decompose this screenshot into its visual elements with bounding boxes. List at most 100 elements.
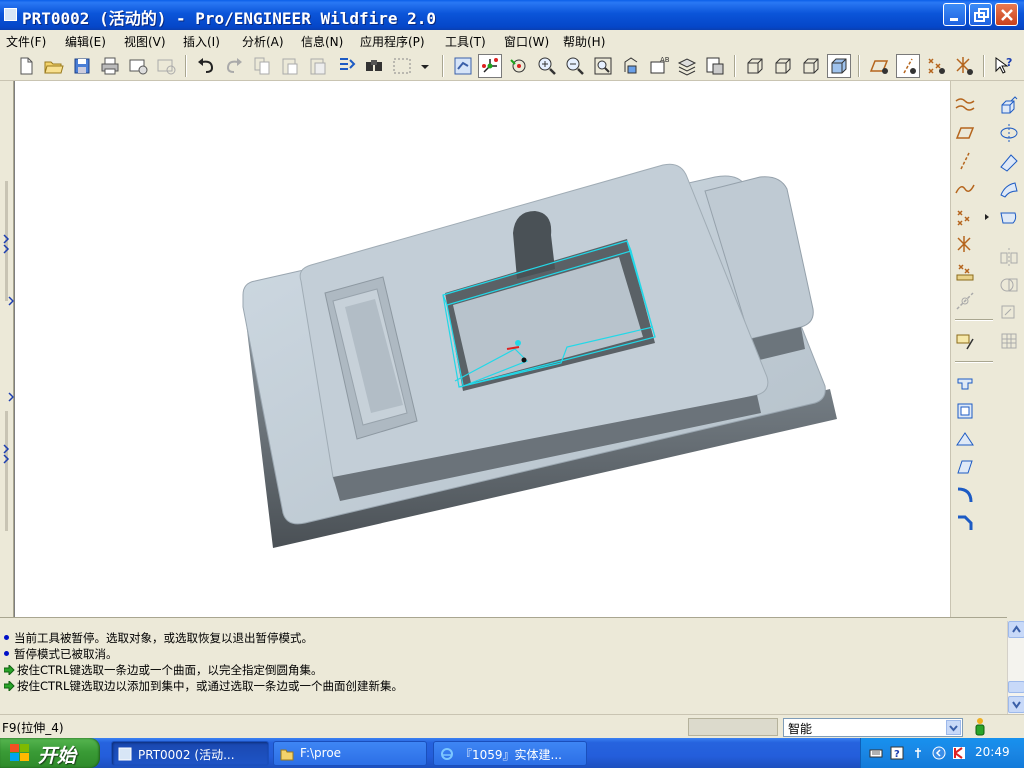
menu-insert[interactable]: 插入(I) [183, 33, 220, 50]
mirror-button[interactable] [997, 245, 1021, 269]
filter-dropdown-button[interactable] [946, 720, 961, 735]
menu-view[interactable]: 视图(V) [124, 33, 166, 50]
rib-button[interactable] [953, 427, 977, 451]
graphics-window[interactable] [14, 81, 950, 617]
orient-mode-button[interactable] [507, 54, 531, 78]
menu-file[interactable]: 文件(F) [6, 33, 46, 50]
message-area: 当前工具被暂停。选取对象，或选取恢复以退出暂停模式。 暂停模式已被取消。 按住C… [0, 617, 1007, 714]
redo-button[interactable] [222, 54, 246, 78]
select-dropdown[interactable] [418, 54, 432, 78]
undo-icon [198, 58, 214, 73]
send-mail-button[interactable] [126, 54, 150, 78]
taskbar-item-browser[interactable]: 『1059』实体建... [433, 741, 587, 766]
scroll-thumb[interactable] [1008, 681, 1024, 693]
disabled-mail-button[interactable] [154, 54, 178, 78]
datum-point-flyout[interactable] [983, 211, 991, 221]
network-icon[interactable] [911, 746, 925, 760]
antivirus-icon[interactable] [952, 746, 966, 760]
scroll-down-button[interactable] [1008, 696, 1024, 713]
revolve-button[interactable] [997, 121, 1021, 145]
close-button[interactable] [995, 3, 1018, 26]
spin-center-button[interactable] [478, 54, 502, 78]
datum-plane-button[interactable] [953, 121, 977, 145]
sketch-tool-button[interactable] [953, 329, 977, 353]
wireframe-button[interactable] [743, 54, 767, 78]
datum-disabled-button[interactable] [953, 289, 977, 313]
undo-button[interactable] [194, 54, 218, 78]
pattern-button[interactable] [997, 329, 1021, 353]
message-scrollbar[interactable] [1007, 621, 1024, 714]
regen-status-icon [975, 718, 985, 736]
regenerate-button[interactable] [334, 54, 358, 78]
repaint-button[interactable] [451, 54, 475, 78]
chamfer-icon [958, 515, 973, 530]
reorient-button[interactable] [619, 54, 643, 78]
minimize-button[interactable] [943, 3, 966, 26]
view-manager-button[interactable] [703, 54, 727, 78]
paste-button[interactable] [278, 54, 302, 78]
datum-points-button[interactable] [924, 54, 948, 78]
analysis-feature-button[interactable] [953, 261, 977, 285]
maximize-button[interactable] [969, 3, 992, 26]
refit-button[interactable] [591, 54, 615, 78]
hidden-line-button[interactable] [771, 54, 795, 78]
start-button[interactable]: 开始 [0, 738, 100, 768]
datum-planes-button[interactable] [867, 54, 891, 78]
layers-button[interactable] [675, 54, 699, 78]
menu-info[interactable]: 信息(N) [301, 33, 343, 50]
scroll-up-button[interactable] [1008, 621, 1024, 638]
hole-button[interactable] [953, 371, 977, 395]
coordinate-systems-button[interactable] [952, 54, 976, 78]
coordinate-system-button[interactable] [953, 233, 977, 257]
help-icon[interactable]: ? [890, 746, 904, 760]
style-button[interactable] [997, 205, 1021, 229]
keyboard-icon[interactable] [869, 746, 883, 760]
collapse-tray-icon[interactable] [932, 746, 946, 760]
menu-tools[interactable]: 工具(T) [445, 33, 486, 50]
round-button[interactable] [953, 483, 977, 507]
taskbar-item-folder[interactable]: F:\proe [273, 741, 427, 766]
select-box-icon [393, 58, 411, 74]
open-button[interactable] [42, 54, 66, 78]
shading-button[interactable] [827, 54, 851, 78]
saved-views-button[interactable]: AB [647, 54, 671, 78]
new-file-icon [20, 57, 33, 75]
paste-special-button[interactable] [306, 54, 330, 78]
selection-filter[interactable]: 智能 [783, 718, 963, 737]
shell-button[interactable] [953, 399, 977, 423]
menu-help[interactable]: 帮助(H) [563, 33, 605, 50]
navigator-strip[interactable] [0, 81, 15, 617]
copy-button[interactable] [250, 54, 274, 78]
save-button[interactable] [70, 54, 94, 78]
extrude-icon [1001, 96, 1018, 114]
datum-axis-button[interactable] [953, 149, 977, 173]
datum-curve-button[interactable] [953, 177, 977, 201]
chamfer-button[interactable] [953, 511, 977, 535]
print-button[interactable] [98, 54, 122, 78]
variable-sweep-button[interactable] [997, 149, 1021, 173]
datum-point-button[interactable] [953, 205, 977, 229]
minimize-icon [950, 18, 958, 21]
taskbar-item-proe[interactable]: PRT0002 (活动... [111, 741, 269, 766]
zoom-out-button[interactable] [563, 54, 587, 78]
no-hidden-button[interactable] [799, 54, 823, 78]
extrude-button[interactable] [997, 93, 1021, 117]
zoom-in-button[interactable] [535, 54, 559, 78]
datum-axes-button[interactable] [896, 54, 920, 78]
context-help-button[interactable]: ? [992, 54, 1016, 78]
trim-button[interactable] [997, 301, 1021, 325]
menu-window[interactable]: 窗口(W) [504, 33, 549, 50]
orient-mode-icon [510, 59, 526, 73]
prompt-arrow-icon [4, 665, 15, 675]
sketched-curve-button[interactable] [953, 93, 977, 117]
find-button[interactable] [362, 54, 386, 78]
menu-edit[interactable]: 编辑(E) [65, 33, 106, 50]
new-file-button[interactable] [14, 54, 38, 78]
menu-applications[interactable]: 应用程序(P) [360, 33, 425, 50]
menu-analysis[interactable]: 分析(A) [242, 33, 284, 50]
boundary-blend-button[interactable] [997, 177, 1021, 201]
merge-button[interactable] [997, 273, 1021, 297]
draft-button[interactable] [953, 455, 977, 479]
open-folder-icon [44, 61, 64, 74]
select-box-button[interactable] [390, 54, 414, 78]
